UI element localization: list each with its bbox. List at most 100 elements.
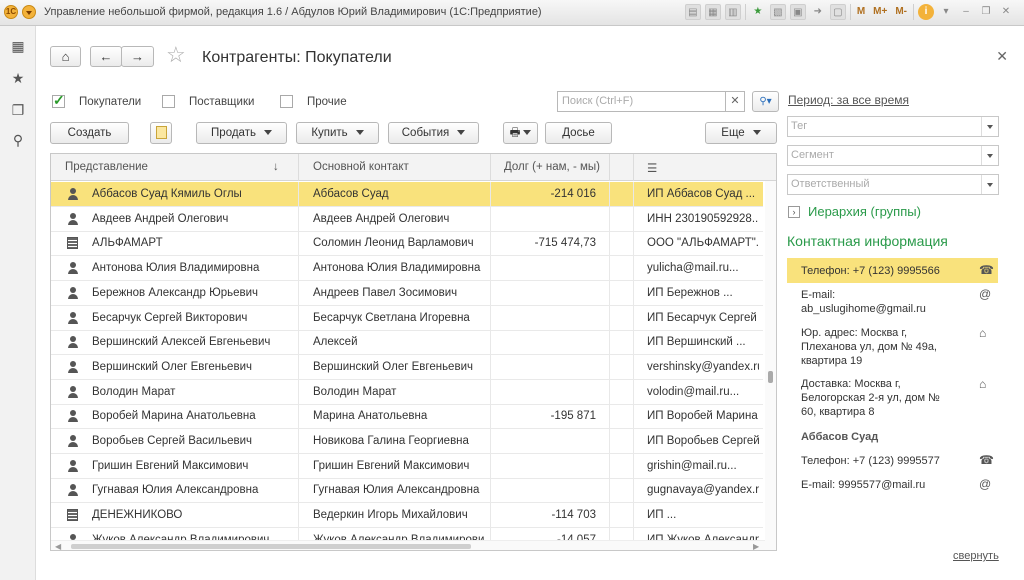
table-row[interactable]: Антонова Юлия Владимировна Антонова Юлия …: [51, 256, 763, 282]
info-icon[interactable]: i: [918, 4, 934, 20]
segment-select[interactable]: Сегмент: [787, 145, 999, 166]
calendar-icon[interactable]: ▣: [789, 4, 806, 20]
close-icon[interactable]: ✕: [998, 4, 1014, 20]
app-logo-icon[interactable]: 1С: [4, 5, 18, 19]
dossier-button[interactable]: Досье: [545, 122, 612, 144]
home-button[interactable]: ⌂: [50, 46, 81, 67]
restore-icon[interactable]: ❐: [978, 4, 994, 20]
events-button[interactable]: События: [388, 122, 479, 144]
table-row[interactable]: Бережнов Александр Юрьевич Андреев Павел …: [51, 280, 763, 306]
cell-name: Авдеев Андрей Олегович: [92, 212, 229, 225]
search-options-button[interactable]: ⚲▾: [752, 91, 779, 112]
chevron-down-icon[interactable]: [981, 175, 998, 194]
table-row[interactable]: Аббасов Суад Кямиль Оглы Аббасов Суад -214…: [51, 182, 763, 207]
filter-other[interactable]: Прочие: [280, 95, 347, 108]
table-row[interactable]: АЛЬФАМАРТ Соломин Леонид Варламович -715 4…: [51, 231, 763, 257]
create-button[interactable]: Создать: [50, 122, 129, 144]
main-menu-icon[interactable]: [22, 5, 36, 19]
history-icon[interactable]: ❐: [10, 102, 26, 118]
panel-icon[interactable]: ▢: [829, 4, 846, 20]
phone-icon[interactable]: ☎: [979, 453, 994, 467]
arrow-icon[interactable]: ➜: [810, 4, 826, 20]
table-row[interactable]: Авдеев Андрей Олегович Авдеев Андрей Олег…: [51, 206, 763, 232]
house-icon[interactable]: ⌂: [979, 377, 986, 391]
scroll-thumb[interactable]: [71, 544, 471, 549]
filter-suppliers[interactable]: Поставщики: [162, 95, 254, 108]
search-input[interactable]: Поиск (Ctrl+F): [557, 91, 745, 112]
table-row[interactable]: Вершинский Алексей Евгеньевич Алексей ИП В…: [51, 330, 763, 356]
company-email[interactable]: ab_uslugihome@gmail.ru: [801, 302, 926, 316]
at-icon[interactable]: @: [979, 287, 991, 301]
cell-info: gugnavaya@yandex.ru...: [647, 484, 759, 497]
buy-button[interactable]: Купить: [296, 122, 379, 144]
scroll-right-icon[interactable]: ▶: [753, 542, 759, 550]
responsible-select[interactable]: Ответственный: [787, 174, 999, 195]
at-icon[interactable]: @: [979, 477, 991, 491]
column-separator: [298, 354, 299, 379]
table-row[interactable]: ДЕНЕЖНИКОВО Ведеркин Игорь Михайлович -114…: [51, 503, 763, 529]
hierarchy-toggle[interactable]: › Иерархия (группы): [788, 204, 921, 219]
collapse-link[interactable]: свернуть: [953, 550, 999, 562]
column-header-name[interactable]: Представление: [65, 161, 148, 173]
scroll-left-icon[interactable]: ◀: [55, 542, 61, 550]
left-nav-panel: ▦ ★ ❐ ⚲: [0, 26, 36, 580]
clear-search-icon[interactable]: ✕: [725, 91, 745, 112]
table-row[interactable]: Гришин Евгений Максимович Гришин Евгений …: [51, 453, 763, 479]
checkbox-buyers[interactable]: [52, 92, 65, 109]
delivery-address-line: Белогорская 2-я ул, дом №: [801, 392, 940, 404]
sort-arrow-icon[interactable]: ↓: [273, 161, 279, 173]
column-separator: [609, 478, 610, 503]
contacts-title: Контактная информация: [787, 233, 948, 249]
table-row[interactable]: Бесарчук Сергей Викторович Бесарчук Светл…: [51, 305, 763, 331]
chevron-down-icon[interactable]: [981, 117, 998, 136]
period-link[interactable]: Период: за все время: [788, 93, 909, 107]
column-separator: [298, 429, 299, 453]
search-icon[interactable]: ⚲: [10, 132, 26, 148]
column-header-contact[interactable]: Основной контакт: [313, 161, 409, 173]
tag-select[interactable]: Тег: [787, 116, 999, 137]
chevron-down-icon: [523, 130, 532, 136]
column-separator: [609, 231, 610, 256]
checkbox-other[interactable]: [280, 95, 293, 108]
copy-button[interactable]: [150, 122, 172, 144]
favorites-star-icon[interactable]: ★: [10, 70, 26, 86]
memory-plus-button[interactable]: M+: [871, 4, 889, 20]
chevron-down-icon[interactable]: [981, 146, 998, 165]
sections-grid-icon[interactable]: ▦: [10, 38, 26, 54]
chevron-down-icon[interactable]: ▾: [938, 4, 954, 20]
company-phone[interactable]: Телефон: +7 (123) 9995566: [801, 264, 940, 278]
column-header-info-icon[interactable]: ☰: [647, 161, 657, 175]
calc-icon[interactable]: ▥: [724, 4, 741, 20]
memory-minus-button[interactable]: M-: [893, 4, 909, 20]
close-form-icon[interactable]: ✕: [996, 48, 1008, 65]
table-row[interactable]: Воробьев Сергей Васильевич Новикова Галин…: [51, 429, 763, 454]
column-separator: [633, 404, 634, 429]
back-button[interactable]: ←: [90, 46, 122, 67]
horizontal-scrollbar[interactable]: ◀ ▶: [51, 540, 765, 550]
forward-button[interactable]: →: [121, 46, 154, 67]
minimize-icon[interactable]: –: [958, 4, 974, 20]
table-row[interactable]: Гугнавая Юлия Александровна Гугнавая Юлия…: [51, 478, 763, 504]
contact-phone[interactable]: Телефон: +7 (123) 9995577: [801, 454, 940, 468]
vertical-scrollbar[interactable]: [765, 181, 776, 550]
house-icon[interactable]: ⌂: [979, 326, 986, 340]
table-row[interactable]: Володин Марат Володин Марат volodin@mail.r…: [51, 379, 763, 405]
filter-buyers[interactable]: Покупатели: [52, 92, 141, 109]
star-icon[interactable]: ★: [750, 4, 766, 20]
doc-icon[interactable]: ▤: [684, 4, 701, 20]
column-separator: [609, 404, 610, 429]
table-row[interactable]: Вершинский Олег Евгеньевич Вершинский Оле…: [51, 354, 763, 380]
memory-m-button[interactable]: M: [855, 4, 867, 20]
more-button[interactable]: Еще: [705, 122, 777, 144]
print-icon[interactable]: ▦: [704, 4, 721, 20]
checkbox-suppliers[interactable]: [162, 95, 175, 108]
sell-button[interactable]: Продать: [196, 122, 287, 144]
scroll-thumb[interactable]: [768, 371, 773, 383]
notes-icon[interactable]: ▧: [769, 4, 786, 20]
phone-icon[interactable]: ☎: [979, 263, 994, 277]
contact-email[interactable]: E-mail: 9995577@mail.ru: [801, 478, 925, 492]
column-header-debt[interactable]: Долг (+ нам, - мы): [504, 161, 600, 173]
favorite-star-icon[interactable]: ☆: [166, 44, 186, 66]
table-row[interactable]: Воробей Марина Анатольевна Марина Анатоль…: [51, 404, 763, 430]
print-button[interactable]: 🖶: [503, 122, 538, 144]
